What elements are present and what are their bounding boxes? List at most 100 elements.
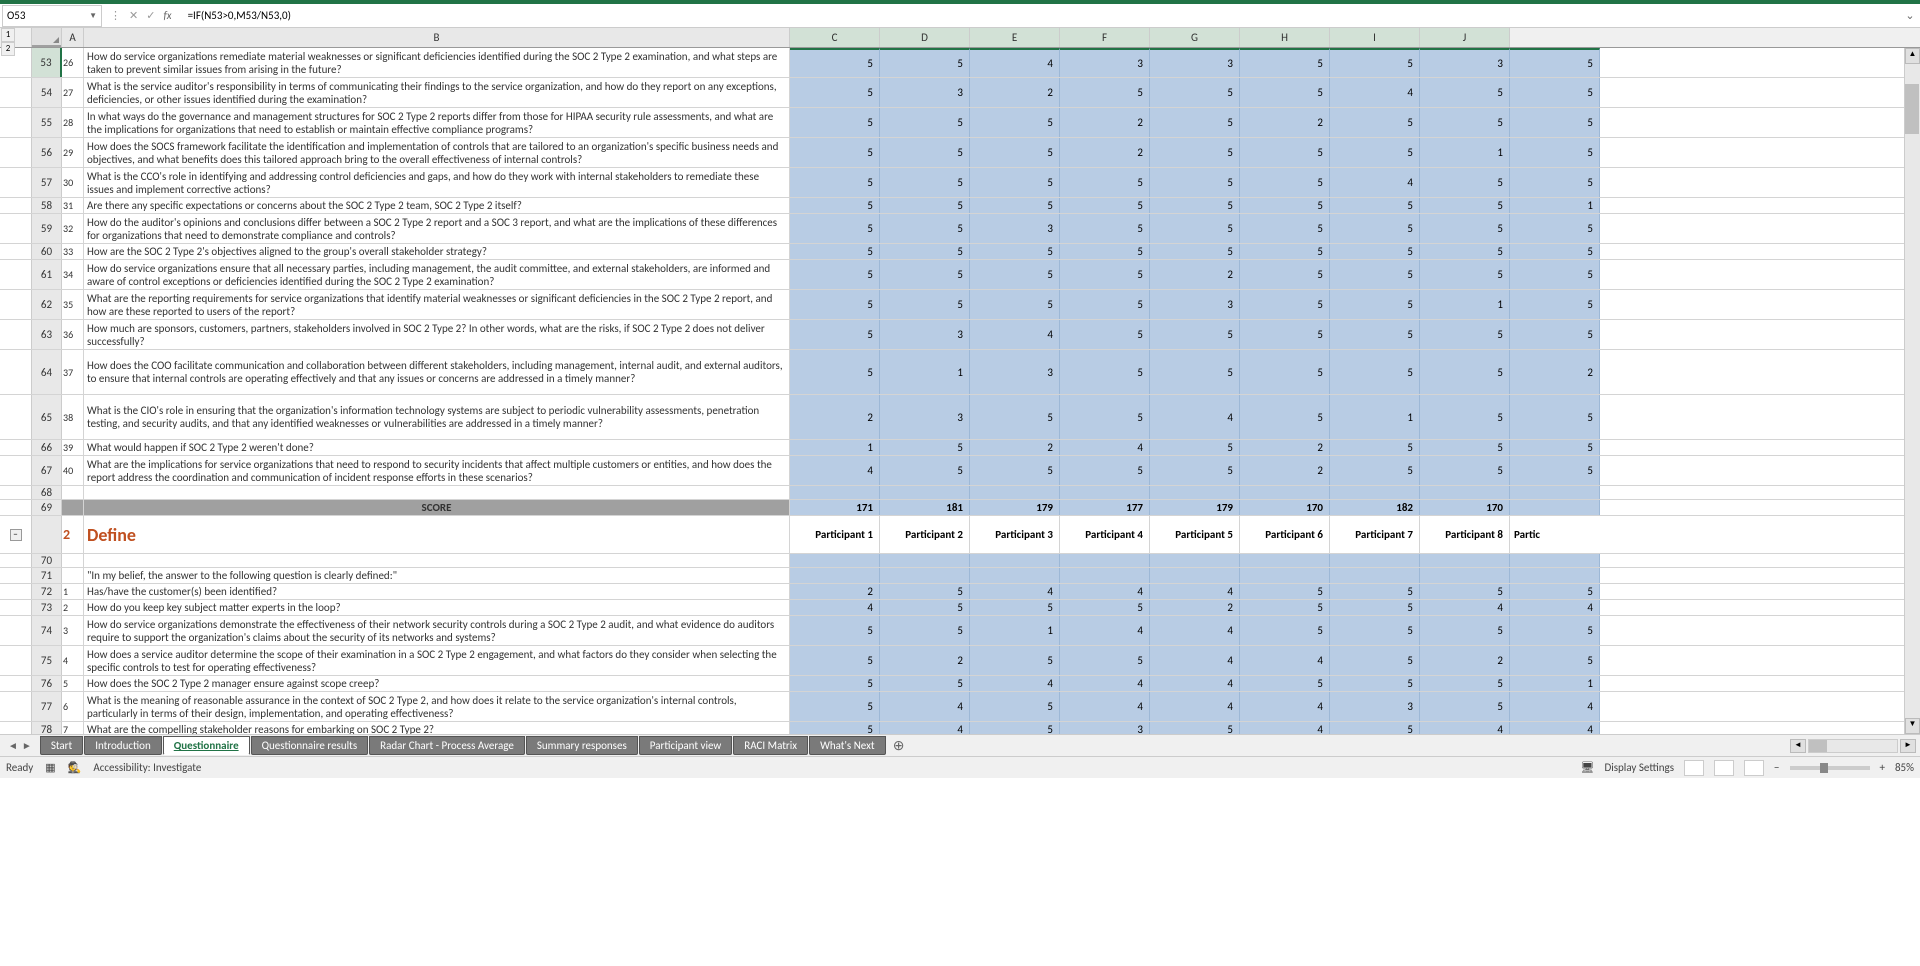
cell-value[interactable]: 5	[1240, 600, 1330, 615]
row-header[interactable]: 67	[32, 456, 62, 485]
cell-value[interactable]: 5	[790, 108, 880, 137]
cell-value[interactable]: 4	[1330, 168, 1420, 197]
cell-value[interactable]: 2	[790, 395, 880, 439]
zoom-slider[interactable]	[1790, 766, 1870, 770]
cell[interactable]	[62, 486, 84, 499]
cell-value[interactable]: 5	[1240, 260, 1330, 289]
scroll-up-icon[interactable]: ▲	[1905, 48, 1920, 64]
cell-question-text[interactable]: What are the reporting requirements for …	[84, 290, 790, 319]
cell-value[interactable]: 2	[1240, 456, 1330, 485]
row-header[interactable]: 65	[32, 395, 62, 439]
row-header[interactable]: 66	[32, 440, 62, 455]
cell-value[interactable]: 4	[970, 584, 1060, 599]
cell[interactable]	[1510, 486, 1600, 499]
col-header-D[interactable]: D	[880, 28, 970, 47]
row-header[interactable]: 72	[32, 584, 62, 599]
cell-question-number[interactable]: 33	[62, 244, 84, 259]
cell-value[interactable]: 5	[880, 584, 970, 599]
col-header-H[interactable]: H	[1240, 28, 1330, 47]
vertical-scrollbar[interactable]: ▲ ▼	[1904, 48, 1920, 734]
cell-question-number[interactable]: 31	[62, 198, 84, 213]
cell-value[interactable]: 5	[970, 198, 1060, 213]
cell-value[interactable]: 5	[880, 214, 970, 243]
cell-value[interactable]: 3	[880, 78, 970, 107]
cell-value[interactable]: 5	[1060, 198, 1150, 213]
cell-value[interactable]: 5	[1510, 260, 1600, 289]
sheet-tab[interactable]: Questionnaire	[163, 736, 250, 755]
cell-value[interactable]: 5	[880, 168, 970, 197]
fx-icon[interactable]: fx	[163, 9, 175, 22]
cell-value[interactable]: 5	[1330, 290, 1420, 319]
cell-value[interactable]: 5	[1330, 320, 1420, 349]
scroll-thumb[interactable]	[1905, 84, 1919, 134]
cell-question-number[interactable]: 36	[62, 320, 84, 349]
cell-value[interactable]: 5	[1330, 600, 1420, 615]
cell-question-text[interactable]: How do service organizations demonstrate…	[84, 616, 790, 645]
cell-question-number[interactable]: 28	[62, 108, 84, 137]
cell-question-number[interactable]: 39	[62, 440, 84, 455]
cell-value[interactable]: 4	[1240, 646, 1330, 675]
row-header[interactable]: 53	[32, 48, 62, 77]
cell-value[interactable]: 5	[880, 108, 970, 137]
belief-text[interactable]: "In my belief, the answer to the followi…	[84, 568, 790, 583]
cell-value[interactable]: 2	[880, 646, 970, 675]
cell-value[interactable]: 5	[1240, 168, 1330, 197]
row-header[interactable]: 54	[32, 78, 62, 107]
score-value[interactable]: 171	[790, 500, 880, 515]
cell-value[interactable]: 4	[880, 692, 970, 721]
outline-level-1[interactable]: 1	[1, 28, 15, 42]
cell[interactable]	[970, 486, 1060, 499]
row-header[interactable]: 57	[32, 168, 62, 197]
cell-value[interactable]: 4	[1420, 722, 1510, 734]
cell-value[interactable]: 4	[1330, 78, 1420, 107]
hscroll-left-icon[interactable]: ◄	[1790, 739, 1806, 753]
cell[interactable]	[1060, 568, 1150, 583]
zoom-value[interactable]: 85%	[1895, 761, 1914, 774]
cell-value[interactable]: 5	[880, 440, 970, 455]
zoom-in-icon[interactable]: +	[1880, 761, 1885, 774]
cell-value[interactable]: 5	[1060, 456, 1150, 485]
row-header[interactable]: 73	[32, 600, 62, 615]
outline-collapse-icon[interactable]: −	[10, 529, 22, 541]
cell-value[interactable]: 5	[1510, 616, 1600, 645]
cell-value[interactable]: 5	[1420, 692, 1510, 721]
cell-value[interactable]: 5	[1510, 244, 1600, 259]
cell-value[interactable]: 5	[1150, 440, 1240, 455]
status-macro-icon[interactable]: ▦	[45, 761, 55, 774]
cell-value[interactable]: 5	[1240, 138, 1330, 167]
cell-value[interactable]: 5	[880, 260, 970, 289]
cell-value[interactable]: 5	[790, 722, 880, 734]
cell-value[interactable]: 5	[880, 244, 970, 259]
cell-value[interactable]: 5	[1510, 456, 1600, 485]
cell-value[interactable]: 5	[1060, 320, 1150, 349]
cell-value[interactable]: 5	[1060, 350, 1150, 394]
cell-value[interactable]: 5	[1330, 584, 1420, 599]
cell-value[interactable]: 4	[1510, 722, 1600, 734]
cell-value[interactable]: 4	[1240, 722, 1330, 734]
cell-value[interactable]: 5	[1510, 440, 1600, 455]
cell-value[interactable]: 5	[1060, 214, 1150, 243]
cell-value[interactable]: 5	[1060, 600, 1150, 615]
row-header[interactable]: 61	[32, 260, 62, 289]
cell[interactable]	[1060, 486, 1150, 499]
cell-value[interactable]: 5	[790, 692, 880, 721]
cell-value[interactable]: 5	[1420, 584, 1510, 599]
cell-value[interactable]: 5	[1240, 350, 1330, 394]
cell[interactable]	[1330, 568, 1420, 583]
cell-value[interactable]: 5	[1150, 320, 1240, 349]
cell-value[interactable]: 5	[1420, 320, 1510, 349]
score-value[interactable]: 179	[970, 500, 1060, 515]
row-header[interactable]: 74	[32, 616, 62, 645]
score-label[interactable]: SCORE	[84, 500, 790, 515]
cell-value[interactable]: 2	[1150, 600, 1240, 615]
cell-value[interactable]: 2	[1150, 260, 1240, 289]
participant-header[interactable]: Participant 4	[1060, 516, 1150, 553]
cell-value[interactable]: 5	[1330, 108, 1420, 137]
row-header[interactable]: 64	[32, 350, 62, 394]
cell-value[interactable]: 5	[1060, 290, 1150, 319]
cell-value[interactable]: 4	[970, 320, 1060, 349]
col-header-C[interactable]: C	[790, 28, 880, 47]
cell[interactable]	[970, 568, 1060, 583]
cell[interactable]	[1240, 486, 1330, 499]
cell-value[interactable]: 5	[790, 214, 880, 243]
